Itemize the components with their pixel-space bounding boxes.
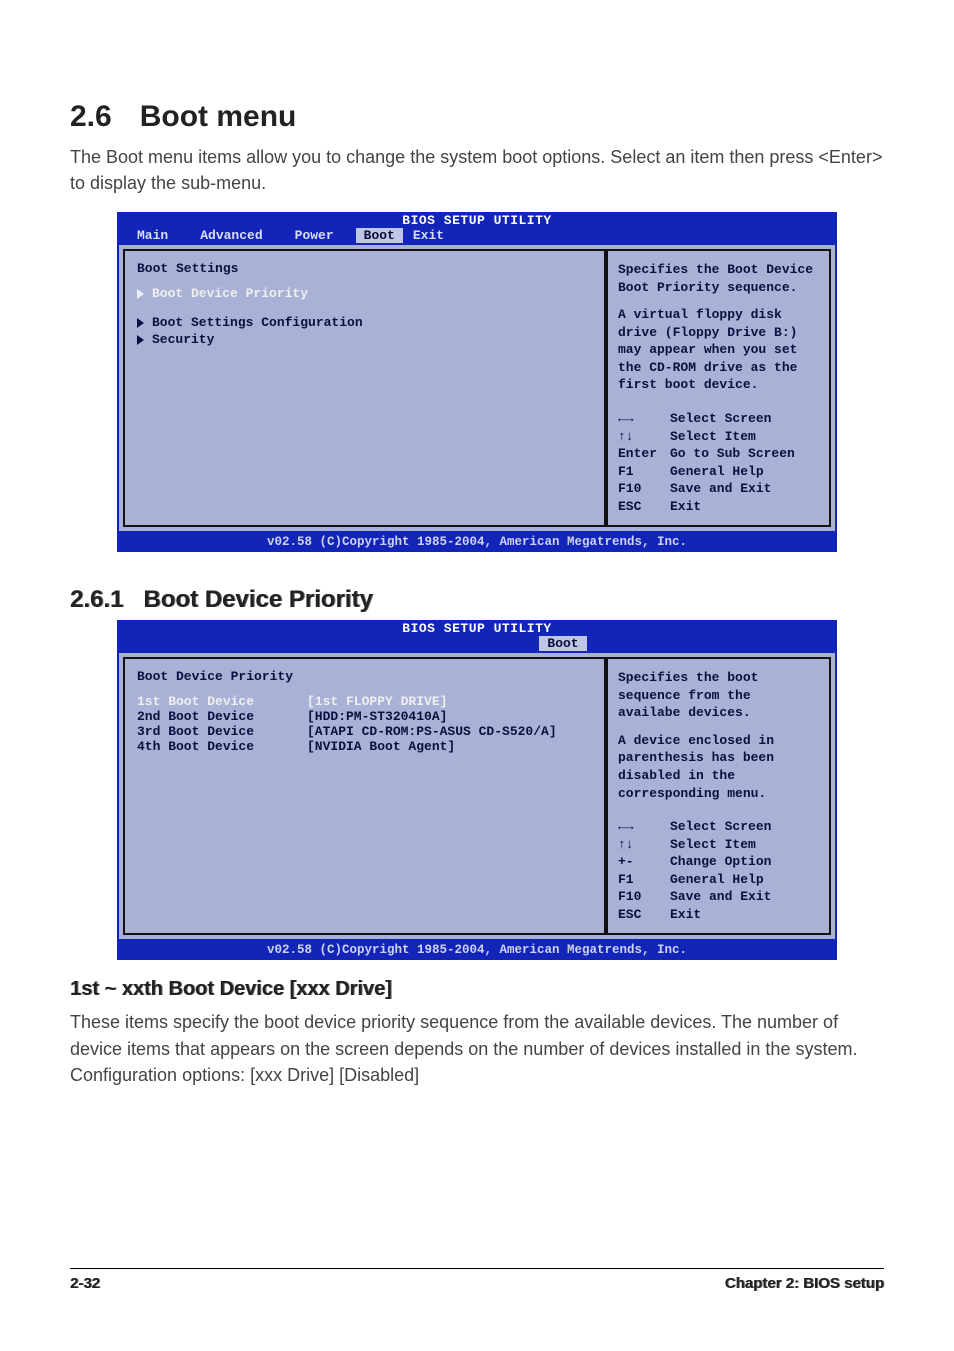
legend-label: General Help — [670, 871, 764, 889]
bios-title: BIOS SETUP UTILITY — [117, 213, 837, 228]
legend-key: F1 — [618, 871, 670, 889]
bios-help-text: Specifies the Boot Device Boot Priority … — [618, 261, 819, 394]
row-value: [1st FLOPPY DRIVE] — [307, 694, 447, 709]
bios-item-boot-device-priority[interactable]: Boot Device Priority — [137, 286, 592, 301]
legend-key: ESC — [618, 498, 670, 516]
footer-chapter: Chapter 2: BIOS setup — [725, 1275, 884, 1292]
bios-tab-boot[interactable]: Boot — [356, 228, 403, 243]
bios-pane-heading: Boot Settings — [137, 261, 592, 276]
bios-left-pane: Boot Device Priority 1st Boot Device[1st… — [123, 657, 606, 935]
page-number: 2-32 — [70, 1275, 100, 1292]
bios-item-label: Boot Settings Configuration — [152, 315, 363, 330]
triangle-icon — [137, 318, 144, 328]
bios-footer: v02.58 (C)Copyright 1985-2004, American … — [117, 533, 837, 552]
help-line: A virtual floppy disk drive (Floppy Driv… — [618, 306, 819, 394]
legend-label: Select Screen — [670, 818, 771, 836]
subsection-title-text: Boot Device Priority — [143, 586, 372, 613]
bios-body: Boot Settings Boot Device Priority Boot … — [117, 245, 837, 533]
bios-help-pane: Specifies the Boot Device Boot Priority … — [606, 249, 831, 527]
section-number: 2.6 — [70, 100, 112, 134]
bios-item-label: Security — [152, 332, 214, 347]
arrow-ud-icon: ↑↓ — [618, 428, 670, 446]
bios-title: BIOS SETUP UTILITY — [117, 621, 837, 636]
legend-label: Exit — [670, 906, 701, 924]
bios-tab-advanced[interactable]: Advanced — [190, 228, 284, 243]
triangle-icon — [137, 335, 144, 345]
section-heading: 2.6 Boot menu — [70, 100, 884, 134]
bios-pane-heading: Boot Device Priority — [137, 669, 592, 684]
bios-tab-boot[interactable]: Boot — [539, 636, 586, 651]
item-heading: 1st ~ xxth Boot Device [xxx Drive] — [70, 978, 884, 1001]
section-title-text: Boot menu — [140, 100, 297, 133]
bios-help-text: Specifies the boot sequence from the ava… — [618, 669, 819, 802]
legend-label: General Help — [670, 463, 764, 481]
section-intro: The Boot menu items allow you to change … — [70, 144, 884, 196]
bios-item-boot-settings-config[interactable]: Boot Settings Configuration — [137, 315, 592, 330]
subsection-heading: 2.6.1 Boot Device Priority — [70, 586, 884, 614]
boot-row-3rd[interactable]: 3rd Boot Device[ATAPI CD-ROM:PS-ASUS CD-… — [137, 724, 592, 739]
bios-body: Boot Device Priority 1st Boot Device[1st… — [117, 653, 837, 941]
boot-row-1st[interactable]: 1st Boot Device[1st FLOPPY DRIVE] — [137, 694, 592, 709]
legend-key: F10 — [618, 480, 670, 498]
bios-screen-boot-priority: BIOS SETUP UTILITY Boot Boot Device Prio… — [117, 620, 837, 960]
row-key: 3rd Boot Device — [137, 724, 307, 739]
legend-key: ESC — [618, 906, 670, 924]
row-value: [HDD:PM-ST320410A] — [307, 709, 447, 724]
legend-key: Enter — [618, 445, 670, 463]
bios-header: BIOS SETUP UTILITY Main Advanced Power B… — [117, 212, 837, 245]
legend-label: Select Item — [670, 836, 756, 854]
legend-label: Select Item — [670, 428, 756, 446]
item-config-options: Configuration options: [xxx Drive] [Disa… — [70, 1062, 884, 1088]
boot-row-4th[interactable]: 4th Boot Device[NVIDIA Boot Agent] — [137, 739, 592, 754]
legend-label: Select Screen — [670, 410, 771, 428]
legend-key: F10 — [618, 888, 670, 906]
legend-label: Save and Exit — [670, 480, 771, 498]
bios-tab-bar: Main Advanced Power Boot Exit — [117, 228, 837, 245]
arrow-lr-icon: ←→ — [618, 818, 670, 836]
row-value: [NVIDIA Boot Agent] — [307, 739, 455, 754]
arrow-ud-icon: ↑↓ — [618, 836, 670, 854]
bios-item-label: Boot Device Priority — [152, 286, 308, 301]
help-line: Specifies the boot sequence from the ava… — [618, 669, 819, 722]
help-line: A device enclosed in parenthesis has bee… — [618, 732, 819, 802]
bios-tab-exit[interactable]: Exit — [403, 228, 466, 243]
help-line: Specifies the Boot Device Boot Priority … — [618, 261, 819, 296]
bios-help-pane: Specifies the boot sequence from the ava… — [606, 657, 831, 935]
boot-row-2nd[interactable]: 2nd Boot Device[HDD:PM-ST320410A] — [137, 709, 592, 724]
legend-key: F1 — [618, 463, 670, 481]
bios-item-security[interactable]: Security — [137, 332, 592, 347]
triangle-icon — [137, 289, 144, 299]
legend-key: +- — [618, 853, 670, 871]
row-key: 4th Boot Device — [137, 739, 307, 754]
bios-screen-boot-menu: BIOS SETUP UTILITY Main Advanced Power B… — [117, 212, 837, 552]
legend-label: Go to Sub Screen — [670, 445, 795, 463]
bios-tab-bar: Boot — [117, 636, 837, 653]
bios-left-pane: Boot Settings Boot Device Priority Boot … — [123, 249, 606, 527]
bios-key-legend: ←→Select Screen ↑↓Select Item EnterGo to… — [618, 410, 819, 515]
document-page: 2.6 Boot menu The Boot menu items allow y… — [0, 0, 954, 1332]
row-key: 2nd Boot Device — [137, 709, 307, 724]
bios-key-legend: ←→Select Screen ↑↓Select Item +-Change O… — [618, 818, 819, 923]
page-footer: 2-32 Chapter 2: BIOS setup — [70, 1268, 884, 1292]
legend-label: Exit — [670, 498, 701, 516]
arrow-lr-icon: ←→ — [618, 410, 670, 428]
bios-header: BIOS SETUP UTILITY Boot — [117, 620, 837, 653]
bios-tab-main[interactable]: Main — [127, 228, 190, 243]
row-value: [ATAPI CD-ROM:PS-ASUS CD-S520/A] — [307, 724, 557, 739]
legend-label: Change Option — [670, 853, 771, 871]
legend-label: Save and Exit — [670, 888, 771, 906]
row-key: 1st Boot Device — [137, 694, 307, 709]
subsection-number: 2.6.1 — [70, 586, 123, 613]
bios-footer: v02.58 (C)Copyright 1985-2004, American … — [117, 941, 837, 960]
bios-tab-power[interactable]: Power — [285, 228, 356, 243]
item-paragraph: These items specify the boot device prio… — [70, 1009, 884, 1061]
